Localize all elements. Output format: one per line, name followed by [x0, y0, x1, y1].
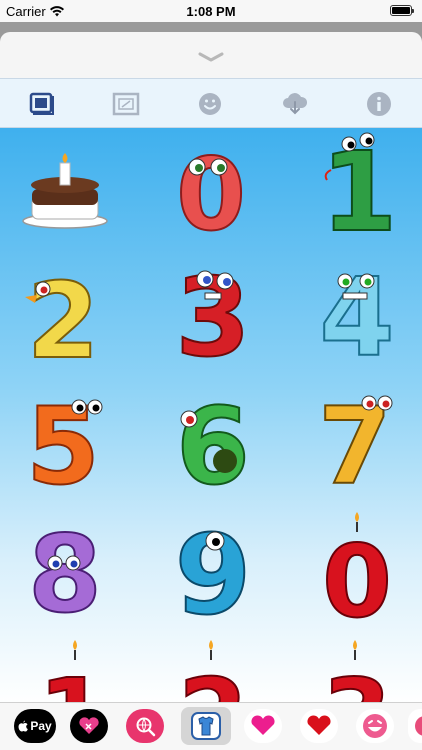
monster-two-sticker[interactable]: 2 — [8, 259, 118, 383]
digit-label: 9 — [175, 511, 252, 639]
digital-touch-app-icon[interactable] — [70, 709, 108, 743]
digit-label: 1 — [38, 657, 108, 704]
monster-three-sticker[interactable]: 3 — [156, 255, 266, 382]
monster-six-sticker[interactable]: 6 — [156, 384, 266, 509]
pink-heart-app-icon[interactable] — [244, 709, 282, 743]
candle-zero-sticker[interactable]: 0 — [300, 512, 410, 641]
download-cloud-icon[interactable] — [279, 88, 311, 120]
monster-five-sticker[interactable]: 5 — [8, 384, 118, 509]
monster-four-sticker[interactable]: 4 — [300, 255, 410, 382]
apple-pay-label: Pay — [30, 719, 52, 733]
digit-label: 1 — [321, 128, 398, 256]
birthday-cake-sticker[interactable] — [10, 136, 120, 246]
digit-label: 3 — [175, 256, 250, 381]
red-heart-app-icon[interactable] — [300, 709, 338, 743]
stickers-tab-icon[interactable] — [26, 88, 58, 120]
status-bar: Carrier 1:08 PM — [0, 0, 422, 22]
partial-app-icon[interactable] — [408, 709, 422, 743]
monster-seven-sticker[interactable]: 7 — [300, 384, 410, 509]
monster-nine-sticker[interactable]: 9 — [156, 510, 266, 640]
apple-logo-icon — [18, 720, 29, 732]
collapse-chevron-icon[interactable] — [191, 50, 231, 64]
sticker-toolbar — [0, 78, 422, 128]
monster-one-sticker[interactable]: 1 — [300, 128, 410, 257]
imessage-app-drawer: Pay — [0, 702, 422, 750]
digit-label: 6 — [176, 385, 250, 508]
laughing-emoji-app-icon[interactable] — [356, 709, 394, 743]
frame-tab-icon[interactable] — [110, 88, 142, 120]
candle-three-sticker[interactable]: 3 — [300, 640, 410, 704]
monster-eight-sticker[interactable]: 8 — [10, 512, 120, 637]
battery-icon — [390, 5, 414, 16]
digit-label: 8 — [28, 513, 102, 636]
digit-label: 3 — [322, 657, 392, 704]
battery-level — [392, 7, 410, 14]
web-search-app-icon[interactable] — [126, 709, 164, 743]
digit-label: 2 — [178, 657, 248, 704]
digit-label: 0 — [322, 523, 392, 640]
clock: 1:08 PM — [186, 4, 236, 19]
sticker-grid: 0 1 2 3 4 5 6 7 8 9 0 — [0, 128, 422, 704]
digit-label: 2 — [27, 260, 99, 382]
shirt-sticker-app-icon[interactable] — [181, 707, 231, 745]
monster-zero-sticker[interactable]: 0 — [156, 135, 266, 254]
digit-label: 0 — [176, 136, 246, 253]
candle-one-sticker[interactable]: 1 — [12, 640, 122, 704]
info-icon[interactable] — [363, 88, 395, 120]
candle-two-sticker[interactable]: 2 — [156, 640, 266, 704]
digit-label: 4 — [319, 256, 394, 381]
sticker-sheet: 0 1 2 3 4 5 6 7 8 9 0 — [0, 32, 422, 750]
emoji-tab-icon[interactable] — [194, 88, 226, 120]
apple-pay-app[interactable]: Pay — [14, 709, 56, 743]
